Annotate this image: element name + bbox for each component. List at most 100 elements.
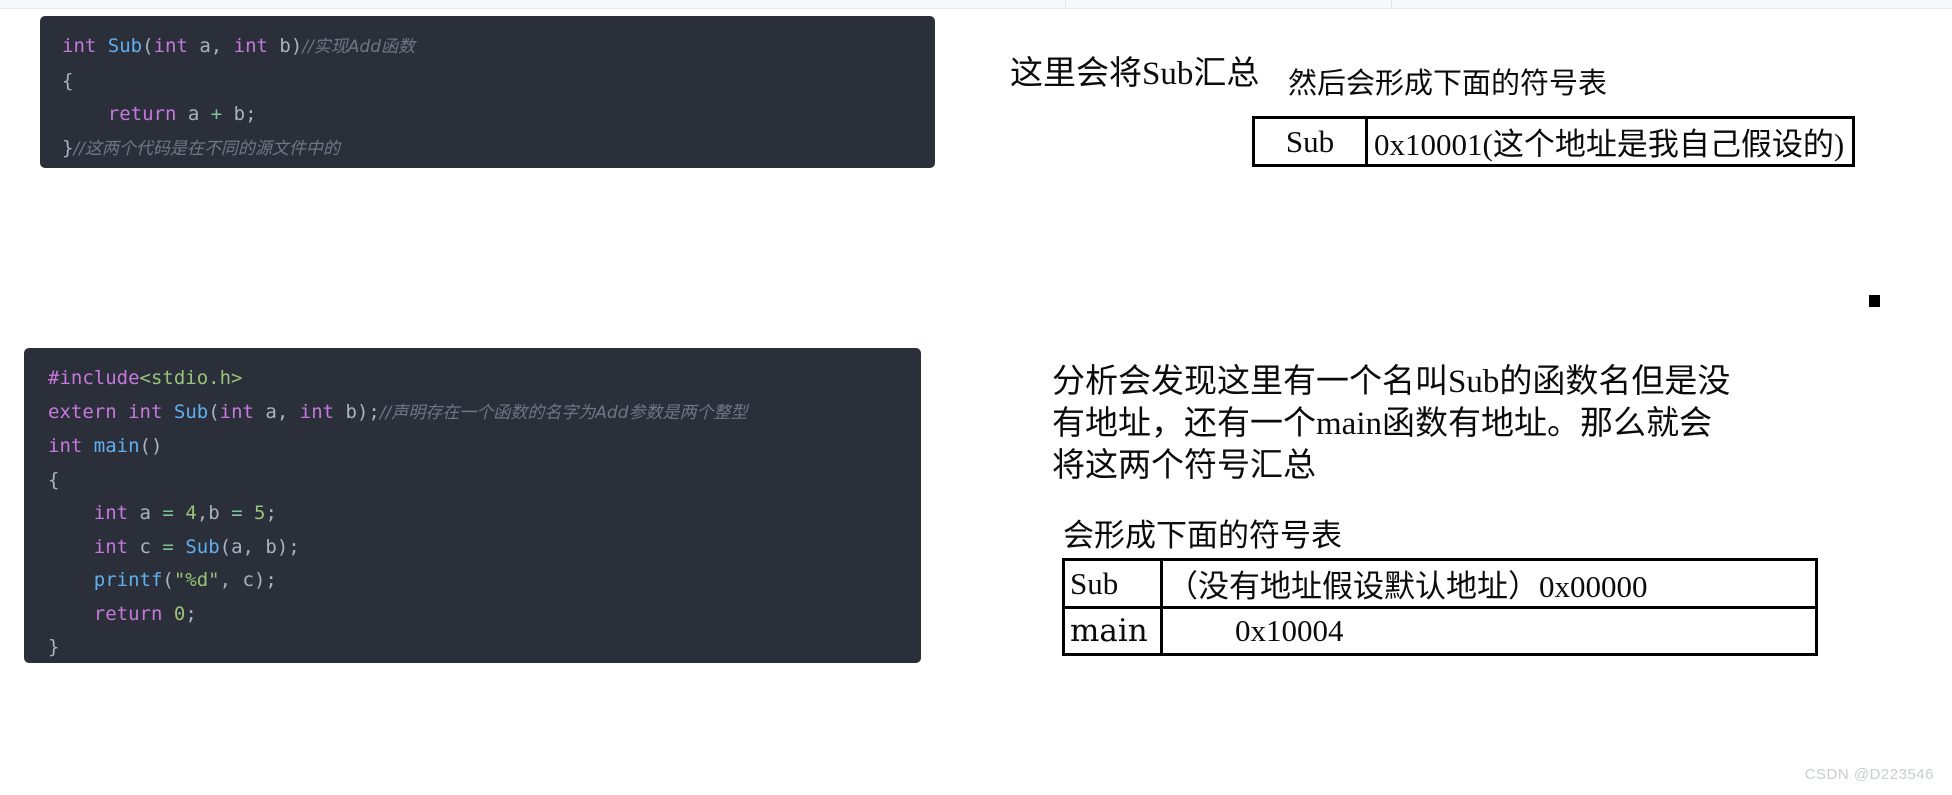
symbol-table-bottom-body: Sub （没有地址假设默认地址）0x00000 main 0x10004 bbox=[1062, 558, 1818, 656]
symbol-name-cell: Sub bbox=[1252, 116, 1368, 167]
symbol-table-bottom: Sub （没有地址假设默认地址）0x00000 main 0x10004 bbox=[1062, 558, 1818, 656]
code-token: b); bbox=[334, 400, 380, 423]
top-strip-separator bbox=[1065, 0, 1066, 9]
code-token: () bbox=[139, 435, 163, 457]
code-token: 0 bbox=[173, 602, 186, 625]
code-token: extern bbox=[48, 400, 117, 423]
code-line: int a = 4,b = 5; bbox=[48, 497, 921, 531]
code-token: Sub bbox=[173, 400, 209, 423]
top-strip-separator bbox=[1391, 0, 1392, 9]
code-token: Sub bbox=[107, 35, 143, 57]
code-block-sub-implementation: int Sub(int a, int b)//实现Add函数{ return a… bbox=[40, 16, 935, 168]
code-line: #include<stdio.h> bbox=[48, 362, 921, 396]
code-token: ( bbox=[162, 569, 174, 591]
code-token: int bbox=[128, 400, 163, 423]
code-token: <stdio.h> bbox=[139, 367, 243, 389]
annotation-sub-summary: 这里会将Sub汇总 bbox=[1010, 56, 1260, 92]
code-line: { bbox=[48, 464, 921, 498]
code-token: int bbox=[219, 400, 254, 423]
code-token: //这两个代码是在不同的源文件中的 bbox=[73, 138, 340, 159]
code-token: a bbox=[128, 502, 163, 524]
code-line: return a + b; bbox=[62, 98, 935, 132]
code-line: printf("%d", c); bbox=[48, 564, 921, 598]
code-token: { bbox=[48, 468, 60, 491]
code-token: "%d" bbox=[173, 569, 220, 591]
code-line: int main() bbox=[48, 430, 921, 464]
symbol-name-cell: Sub bbox=[1062, 558, 1163, 609]
annotation-analysis-paragraph: 分析会发现这里有一个名叫Sub的函数名但是没有地址，还有一个main函数有地址。… bbox=[1052, 364, 1731, 484]
code-token: b; bbox=[222, 103, 257, 125]
code-token: Sub bbox=[185, 535, 220, 558]
code-token: int bbox=[93, 502, 129, 524]
code-token: int bbox=[299, 400, 335, 423]
code-token: = bbox=[162, 535, 174, 558]
code-token: a bbox=[176, 103, 211, 125]
code-token: printf bbox=[93, 569, 163, 591]
code-token: ( bbox=[208, 400, 220, 423]
code-token: { bbox=[62, 69, 74, 92]
code-token: ( bbox=[142, 35, 154, 57]
square-bullet-mark bbox=[1869, 295, 1880, 307]
code-token: } bbox=[48, 636, 60, 658]
code-token: b) bbox=[267, 35, 303, 57]
code-token: 5 bbox=[254, 502, 266, 524]
code-token: int bbox=[153, 35, 188, 57]
table-row: Sub 0x10001(这个地址是我自己假设的) bbox=[1252, 116, 1856, 167]
code-token: int bbox=[48, 435, 83, 457]
code-token: int bbox=[233, 35, 268, 57]
code-token: //实现Add函数 bbox=[302, 37, 415, 57]
code-token: = bbox=[162, 502, 174, 524]
code-line: { bbox=[62, 65, 935, 99]
csdn-watermark: CSDN @D223546 bbox=[1804, 766, 1934, 783]
code-token: //声明存在一个函数的名字为Add参数是两个整型 bbox=[379, 402, 748, 423]
symbol-table-top: Sub 0x10001(这个地址是我自己假设的) bbox=[1252, 116, 1856, 167]
table-row: Sub （没有地址假设默认地址）0x00000 bbox=[1062, 558, 1818, 609]
code-token: 4 bbox=[185, 502, 197, 524]
code-line: } bbox=[48, 631, 921, 663]
code-token: ; bbox=[265, 502, 277, 524]
code-token: main bbox=[93, 435, 140, 457]
code-token: (a, b); bbox=[219, 535, 300, 558]
code-token: = bbox=[231, 502, 243, 524]
code-token: a, bbox=[187, 35, 234, 57]
code-line: int Sub(int a, int b)//实现Add函数 bbox=[62, 30, 935, 65]
annotation-will-form-symbol-table: 会形成下面的符号表 bbox=[1063, 518, 1342, 553]
code-token: } bbox=[62, 136, 74, 159]
annotation-then-forms-symbol-table: 然后会形成下面的符号表 bbox=[1288, 68, 1608, 100]
code-token: return bbox=[107, 103, 177, 125]
code-line: return 0; bbox=[48, 598, 921, 632]
code-line: }//这两个代码是在不同的源文件中的 bbox=[62, 132, 935, 167]
code-token: + bbox=[210, 103, 223, 125]
browser-top-strip bbox=[0, 0, 1952, 9]
code-token: int bbox=[62, 35, 97, 57]
table-row: main 0x10004 bbox=[1062, 606, 1818, 656]
code-token: #include bbox=[48, 367, 140, 389]
code-token: return bbox=[93, 602, 163, 625]
code-line: extern int Sub(int a, int b);//声明存在一个函数的… bbox=[48, 396, 921, 431]
code-token: ; bbox=[185, 602, 197, 625]
code-block-main-function: #include<stdio.h> extern int Sub(int a, i… bbox=[24, 348, 921, 663]
symbol-name-cell: main bbox=[1062, 606, 1163, 656]
code-token: ,b bbox=[196, 502, 232, 524]
code-token: , c); bbox=[219, 569, 277, 591]
symbol-address-cell: 0x10001(这个地址是我自己假设的) bbox=[1364, 116, 1856, 167]
code-line: int c = Sub(a, b); bbox=[48, 531, 921, 565]
code-token: c bbox=[128, 535, 163, 558]
symbol-table-top-body: Sub 0x10001(这个地址是我自己假设的) bbox=[1252, 116, 1856, 167]
code-token: a, bbox=[253, 400, 300, 423]
symbol-address-cell: 0x10004 bbox=[1160, 606, 1818, 656]
code-token: int bbox=[93, 535, 129, 558]
